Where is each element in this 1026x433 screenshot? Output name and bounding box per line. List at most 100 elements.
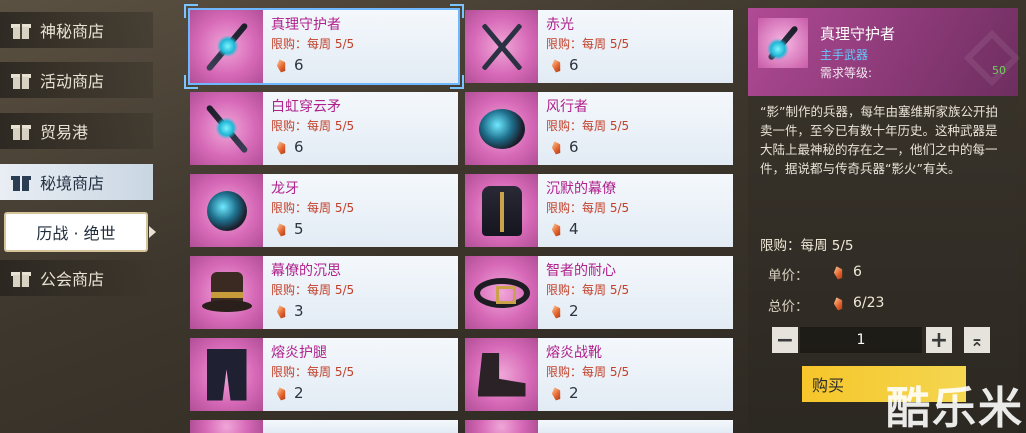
item-limit: 限购：每周 5/5 xyxy=(546,365,630,379)
item-card[interactable]: 智者的耐心 限购：每周 5/5 2 xyxy=(465,256,733,329)
total-price: 6/23 xyxy=(834,295,884,311)
item-name: 熔炎战靴 xyxy=(546,345,602,361)
decrease-quantity-button[interactable]: − xyxy=(772,327,798,353)
selection-corner xyxy=(450,75,464,89)
item-limit: 限购：每周 5/5 xyxy=(546,283,630,297)
item-card[interactable]: 熔炎护腿 限购：每周 5/5 2 xyxy=(190,338,458,411)
item-limit: 限购：每周 5/5 xyxy=(271,119,355,133)
claw-weapon-icon xyxy=(478,108,525,149)
gift-icon xyxy=(10,171,32,193)
gift-icon xyxy=(10,120,32,142)
currency-icon xyxy=(550,139,563,154)
fang-blade-icon xyxy=(206,190,247,231)
sidebar-subitem-peerless[interactable]: 历战 · 绝世 xyxy=(4,212,148,252)
currency-icon xyxy=(550,57,563,72)
item-limit: 限购：每周 5/5 xyxy=(546,119,630,133)
currency-icon xyxy=(832,295,845,310)
item-thumbnail xyxy=(465,174,538,247)
item-price: 3 xyxy=(294,302,304,320)
item-card[interactable]: 白虹穿云矛 限购：每周 5/5 6 xyxy=(190,92,458,165)
detail-header: 真理守护者 主手武器 需求等级: 50 xyxy=(748,8,1021,96)
sidebar-item-label: 神秘商店 xyxy=(40,22,105,41)
item-price: 6 xyxy=(294,56,304,74)
item-price: 2 xyxy=(294,384,304,402)
item-name: 沉默的幕僚 xyxy=(546,181,616,197)
unit-price-label: 单价： xyxy=(768,268,809,284)
gift-icon xyxy=(10,267,32,289)
sidebar-item-trade-port[interactable]: 贸易港 xyxy=(0,113,153,149)
item-name: 白虹穿云矛 xyxy=(271,99,341,115)
belt-icon xyxy=(473,277,530,308)
item-card[interactable] xyxy=(465,420,733,433)
item-limit: 限购：每周 5/5 xyxy=(271,365,355,379)
item-card[interactable]: 风行者 限购：每周 5/5 6 xyxy=(465,92,733,165)
currency-icon xyxy=(550,303,563,318)
item-thumbnail xyxy=(190,338,263,411)
spear-icon xyxy=(204,103,249,154)
selection-corner xyxy=(184,75,198,89)
item-price: 6 xyxy=(294,138,304,156)
coat-icon xyxy=(481,185,522,236)
sidebar-item-label: 秘境商店 xyxy=(40,174,105,193)
top-hat-icon xyxy=(201,271,252,314)
item-card[interactable]: 真理守护者 限购：每周 5/5 6 xyxy=(188,8,460,85)
currency-icon xyxy=(832,264,845,279)
selection-corner xyxy=(450,4,464,18)
sword-icon xyxy=(204,21,249,72)
item-card[interactable]: 龙牙 限购：每周 5/5 5 xyxy=(190,174,458,247)
quantity-input[interactable]: 1 xyxy=(800,327,922,353)
item-thumbnail xyxy=(465,256,538,329)
item-thumbnail xyxy=(190,174,263,247)
item-limit: 限购：每周 5/5 xyxy=(271,283,355,297)
detail-required-level-value: 50 xyxy=(992,64,1006,77)
sidebar-item-mystery-shop[interactable]: 神秘商店 xyxy=(0,12,153,48)
sidebar-item-guild-shop[interactable]: 公会商店 xyxy=(0,260,153,296)
item-price: 6 xyxy=(569,56,579,74)
item-name: 风行者 xyxy=(546,99,588,115)
sidebar-item-event-shop[interactable]: 活动商店 xyxy=(0,62,153,98)
item-name: 智者的耐心 xyxy=(546,263,616,279)
total-price-label: 总价： xyxy=(768,299,809,315)
item-price: 5 xyxy=(294,220,304,238)
total-price-value: 6/23 xyxy=(853,295,885,311)
item-thumbnail xyxy=(465,10,538,83)
item-price: 6 xyxy=(569,138,579,156)
increase-quantity-button[interactable]: + xyxy=(926,327,952,353)
item-name: 熔炎护腿 xyxy=(271,345,327,361)
item-name: 龙牙 xyxy=(271,181,299,197)
item-card[interactable]: 幕僚的沉思 限购：每周 5/5 3 xyxy=(190,256,458,329)
currency-icon xyxy=(275,57,288,72)
max-quantity-button[interactable]: ⌅ xyxy=(964,327,990,353)
unit-price: 6 xyxy=(834,264,862,280)
detail-item-type: 主手武器 xyxy=(820,48,869,62)
detail-required-level-label: 需求等级: xyxy=(820,66,873,80)
item-name: 幕僚的沉思 xyxy=(271,263,341,279)
item-card[interactable]: 沉默的幕僚 限购：每周 5/5 4 xyxy=(465,174,733,247)
sword-icon xyxy=(767,24,799,62)
watermark-logo: 酷乐米 xyxy=(886,383,1024,433)
item-card[interactable] xyxy=(190,420,458,433)
item-detail-panel: 真理守护者 主手武器 需求等级: 50 “影”制作的兵器，每年由塞维斯家族公开拍… xyxy=(748,8,1021,433)
item-thumbnail xyxy=(465,92,538,165)
item-limit: 限购：每周 5/5 xyxy=(271,37,355,51)
item-price: 2 xyxy=(569,384,579,402)
detail-description: “影”制作的兵器，每年由塞维斯家族公开拍卖一件，至今已有数十年历史。这种武器是大… xyxy=(760,104,998,176)
sidebar-item-secret-realm-shop[interactable]: 秘境商店 xyxy=(0,164,153,200)
currency-icon xyxy=(275,139,288,154)
currency-icon xyxy=(550,221,563,236)
item-card[interactable]: 赤光 限购：每周 5/5 6 xyxy=(465,10,733,83)
item-name: 真理守护者 xyxy=(271,17,341,33)
unit-price-value: 6 xyxy=(853,264,862,280)
item-card[interactable]: 熔炎战靴 限购：每周 5/5 2 xyxy=(465,338,733,411)
shop-sidebar: 神秘商店 活动商店 贸易港 秘境商店 历战 · 绝世 公会商店 xyxy=(0,0,165,433)
currency-icon xyxy=(275,221,288,236)
sword-icon xyxy=(758,18,808,68)
sidebar-item-label: 贸易港 xyxy=(40,123,89,142)
currency-icon xyxy=(275,385,288,400)
decorative-x-icon xyxy=(963,29,1021,87)
item-price: 2 xyxy=(569,302,579,320)
sidebar-item-label: 活动商店 xyxy=(40,72,105,91)
item-grid: 真理守护者 限购：每周 5/5 6 赤光 限购：每周 5/5 6 白虹穿云矛 限… xyxy=(184,4,742,433)
item-thumbnail xyxy=(190,256,263,329)
item-limit: 限购：每周 5/5 xyxy=(271,201,355,215)
